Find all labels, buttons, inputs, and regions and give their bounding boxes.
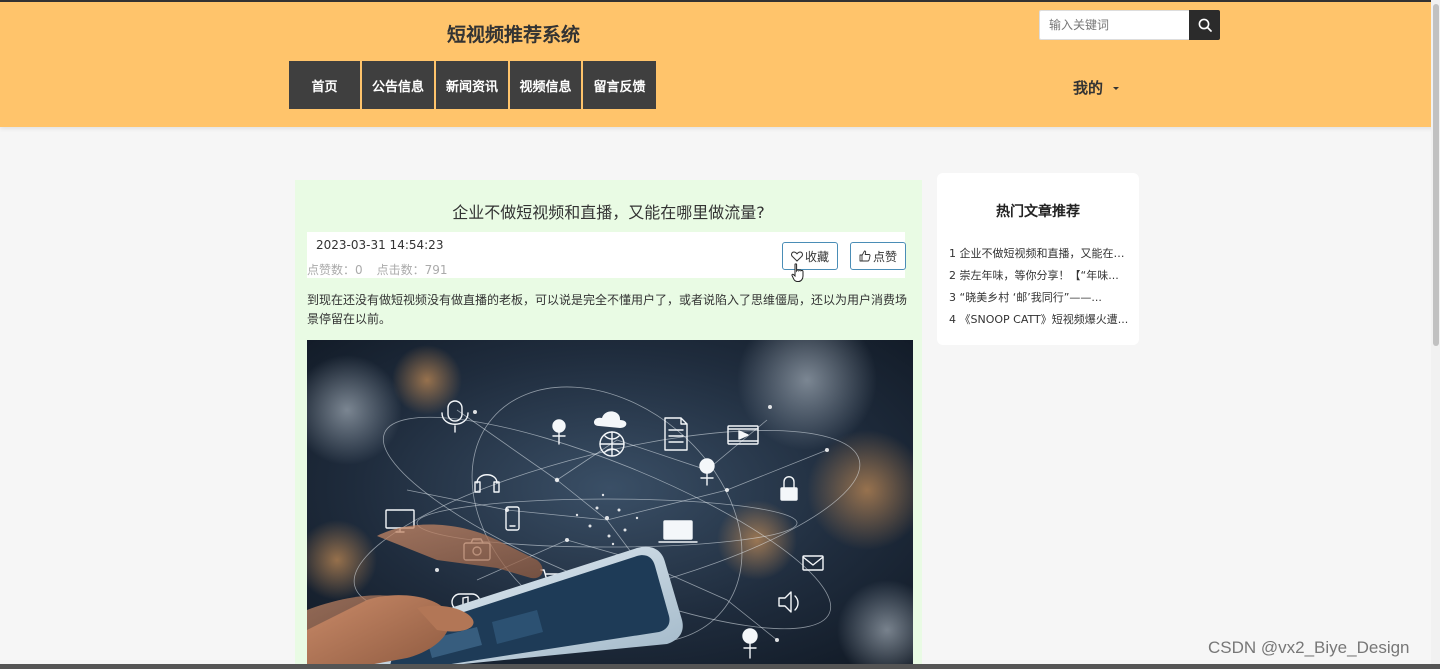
hot-item-title: 企业不做短视频和直播，又能在哪里做流量? — [959, 247, 1132, 260]
like-count: 点赞数：0 — [307, 263, 363, 277]
article-datetime: 2023-03-31 14:54:23 — [316, 238, 444, 252]
caret-down-icon — [1113, 87, 1120, 90]
article-detail: 企业不做短视频和直播，又能在哪里做流量? 2023-03-31 14:54:23… — [295, 180, 922, 669]
thumbs-up-icon — [859, 250, 871, 262]
bottom-border — [0, 664, 1440, 669]
hot-articles-list: 1 企业不做短视频和直播，又能在哪里做流量? 2 崇左年味，等你分享！【“年味.… — [949, 246, 1131, 334]
hot-item-index: 4 — [949, 313, 956, 326]
user-menu-dropdown[interactable]: 我的 — [1073, 77, 1120, 98]
user-menu-label: 我的 — [1073, 79, 1104, 97]
hot-item-index: 2 — [949, 269, 956, 282]
search-box — [1039, 10, 1220, 40]
article-image — [307, 340, 913, 669]
list-item[interactable]: 4 《SNOOP CATT》短视频爆火遭... — [949, 312, 1131, 334]
search-input[interactable] — [1039, 10, 1189, 40]
nav-item-news[interactable]: 新闻资讯 — [436, 61, 510, 109]
list-item[interactable]: 2 崇左年味，等你分享！【“年味... — [949, 268, 1131, 290]
hot-item-title: 《SNOOP CATT》短视频爆火遭... — [959, 313, 1129, 326]
sidebar-title: 热门文章推荐 — [996, 204, 1080, 220]
hot-articles-sidebar: 热门文章推荐 1 企业不做短视频和直播，又能在哪里做流量? 2 崇左年味，等你分… — [937, 173, 1139, 345]
main-nav: 首页 公告信息 新闻资讯 视频信息 留言反馈 — [289, 61, 656, 109]
list-item[interactable]: 1 企业不做短视频和直播，又能在哪里做流量? — [949, 246, 1131, 268]
hand-cursor-icon — [791, 263, 804, 282]
article-body: 到现在还没有做短视频没有做直播的老板，可以说是完全不懂用户了，或者说陷入了思维僵… — [307, 293, 908, 326]
list-item[interactable]: 3 “晓美乡村 ‘邮’我同行”——... — [949, 290, 1131, 312]
click-count: 点击数：791 — [376, 263, 448, 277]
scrollbar-thumb[interactable] — [1433, 4, 1439, 346]
watermark: CSDN @vx2_Biye_Design — [1208, 638, 1410, 657]
nav-item-announcements[interactable]: 公告信息 — [362, 61, 436, 109]
nav-item-home[interactable]: 首页 — [289, 61, 362, 109]
network-illustration — [307, 340, 913, 669]
article-meta-bar: 2023-03-31 14:54:23 点赞数：0 点击数：791 收藏 点赞 — [307, 232, 906, 278]
like-button[interactable]: 点赞 — [850, 242, 906, 270]
favorite-label: 收藏 — [804, 249, 829, 264]
site-header: 短视频推荐系统 首页 公告信息 新闻资讯 视频信息 留言反馈 我的 — [0, 2, 1440, 127]
hot-item-title: “晓美乡村 ‘邮’我同行”——... — [959, 291, 1102, 304]
heart-icon — [791, 250, 803, 262]
article-stats: 点赞数：0 点击数：791 — [307, 261, 448, 278]
hot-item-index: 3 — [949, 291, 956, 304]
site-title: 短视频推荐系统 — [447, 24, 581, 46]
nav-item-videos[interactable]: 视频信息 — [510, 61, 583, 109]
nav-item-feedback[interactable]: 留言反馈 — [583, 61, 656, 109]
hot-item-title: 崇左年味，等你分享！【“年味... — [959, 269, 1119, 282]
search-button[interactable] — [1189, 10, 1220, 40]
article-title: 企业不做短视频和直播，又能在哪里做流量? — [452, 203, 765, 222]
like-label: 点赞 — [872, 249, 897, 264]
search-icon — [1198, 18, 1212, 32]
hot-item-index: 1 — [949, 247, 956, 260]
